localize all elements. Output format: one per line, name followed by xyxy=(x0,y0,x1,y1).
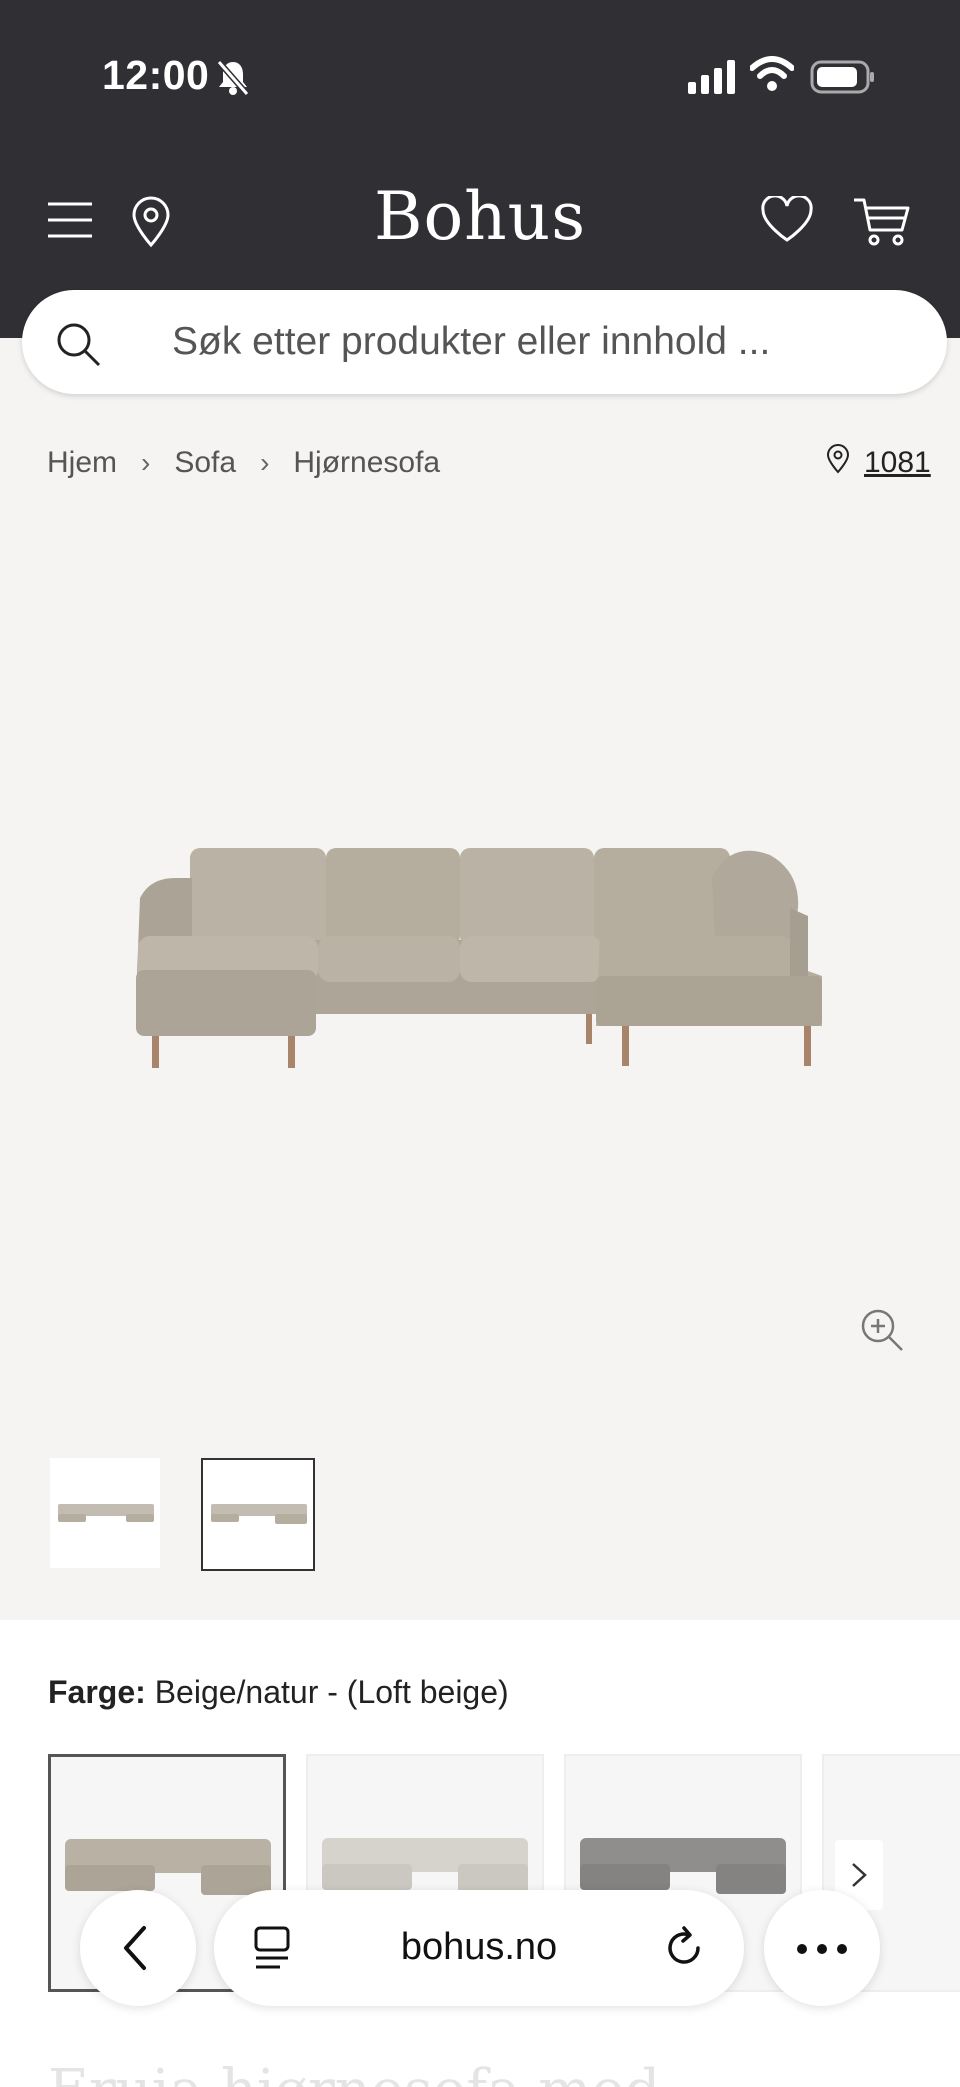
search-bar[interactable]: Søk etter produkter eller innhold ... xyxy=(22,290,947,394)
search-icon xyxy=(54,320,102,373)
status-time: 12:00 xyxy=(102,52,210,98)
zoom-in-icon[interactable] xyxy=(860,1308,904,1357)
color-selection-label: Farge: Beige/natur - (Loft beige) xyxy=(48,1674,509,1711)
breadcrumb-sofa[interactable]: Sofa xyxy=(174,446,236,480)
chevron-left-icon xyxy=(118,1924,152,1977)
bell-muted-icon xyxy=(216,58,250,103)
browser-address-bar[interactable]: bohus.no xyxy=(214,1890,744,2006)
status-bar: 12:00 xyxy=(0,0,960,150)
cell-signal-icon xyxy=(688,60,736,99)
reload-icon[interactable] xyxy=(662,1926,706,1975)
color-value: Beige/natur - (Loft beige) xyxy=(154,1674,509,1710)
more-dots-icon xyxy=(796,1942,848,1960)
brand-logo[interactable]: Bohus xyxy=(0,178,960,255)
app-header: 12:00 Bohus xyxy=(0,0,960,338)
chevron-right-icon: › xyxy=(260,447,270,478)
store-selector[interactable]: 1081 xyxy=(826,444,931,482)
breadcrumb-corner-sofa[interactable]: Hjørnesofa xyxy=(293,446,440,480)
wishlist-heart-icon[interactable] xyxy=(760,194,814,249)
product-thumbnail[interactable] xyxy=(50,1458,160,1568)
product-image[interactable] xyxy=(0,500,960,1420)
browser-more-button[interactable] xyxy=(764,1890,880,2006)
store-code[interactable]: 1081 xyxy=(864,446,931,480)
breadcrumb: Hjem › Sofa › Hjørnesofa xyxy=(47,446,440,480)
cart-icon[interactable] xyxy=(852,196,912,251)
product-title: Eruia hjørnesofa med xyxy=(48,2058,660,2087)
browser-back-button[interactable] xyxy=(80,1890,196,2006)
wifi-icon xyxy=(749,56,795,97)
color-label: Farge: xyxy=(48,1674,146,1710)
breadcrumb-home[interactable]: Hjem xyxy=(47,446,117,480)
location-pin-icon xyxy=(826,444,850,482)
search-input[interactable]: Søk etter produkter eller innhold ... xyxy=(172,320,770,364)
product-thumbnail-selected[interactable] xyxy=(201,1458,315,1571)
chevron-right-icon: › xyxy=(141,447,151,478)
battery-icon xyxy=(810,60,876,99)
